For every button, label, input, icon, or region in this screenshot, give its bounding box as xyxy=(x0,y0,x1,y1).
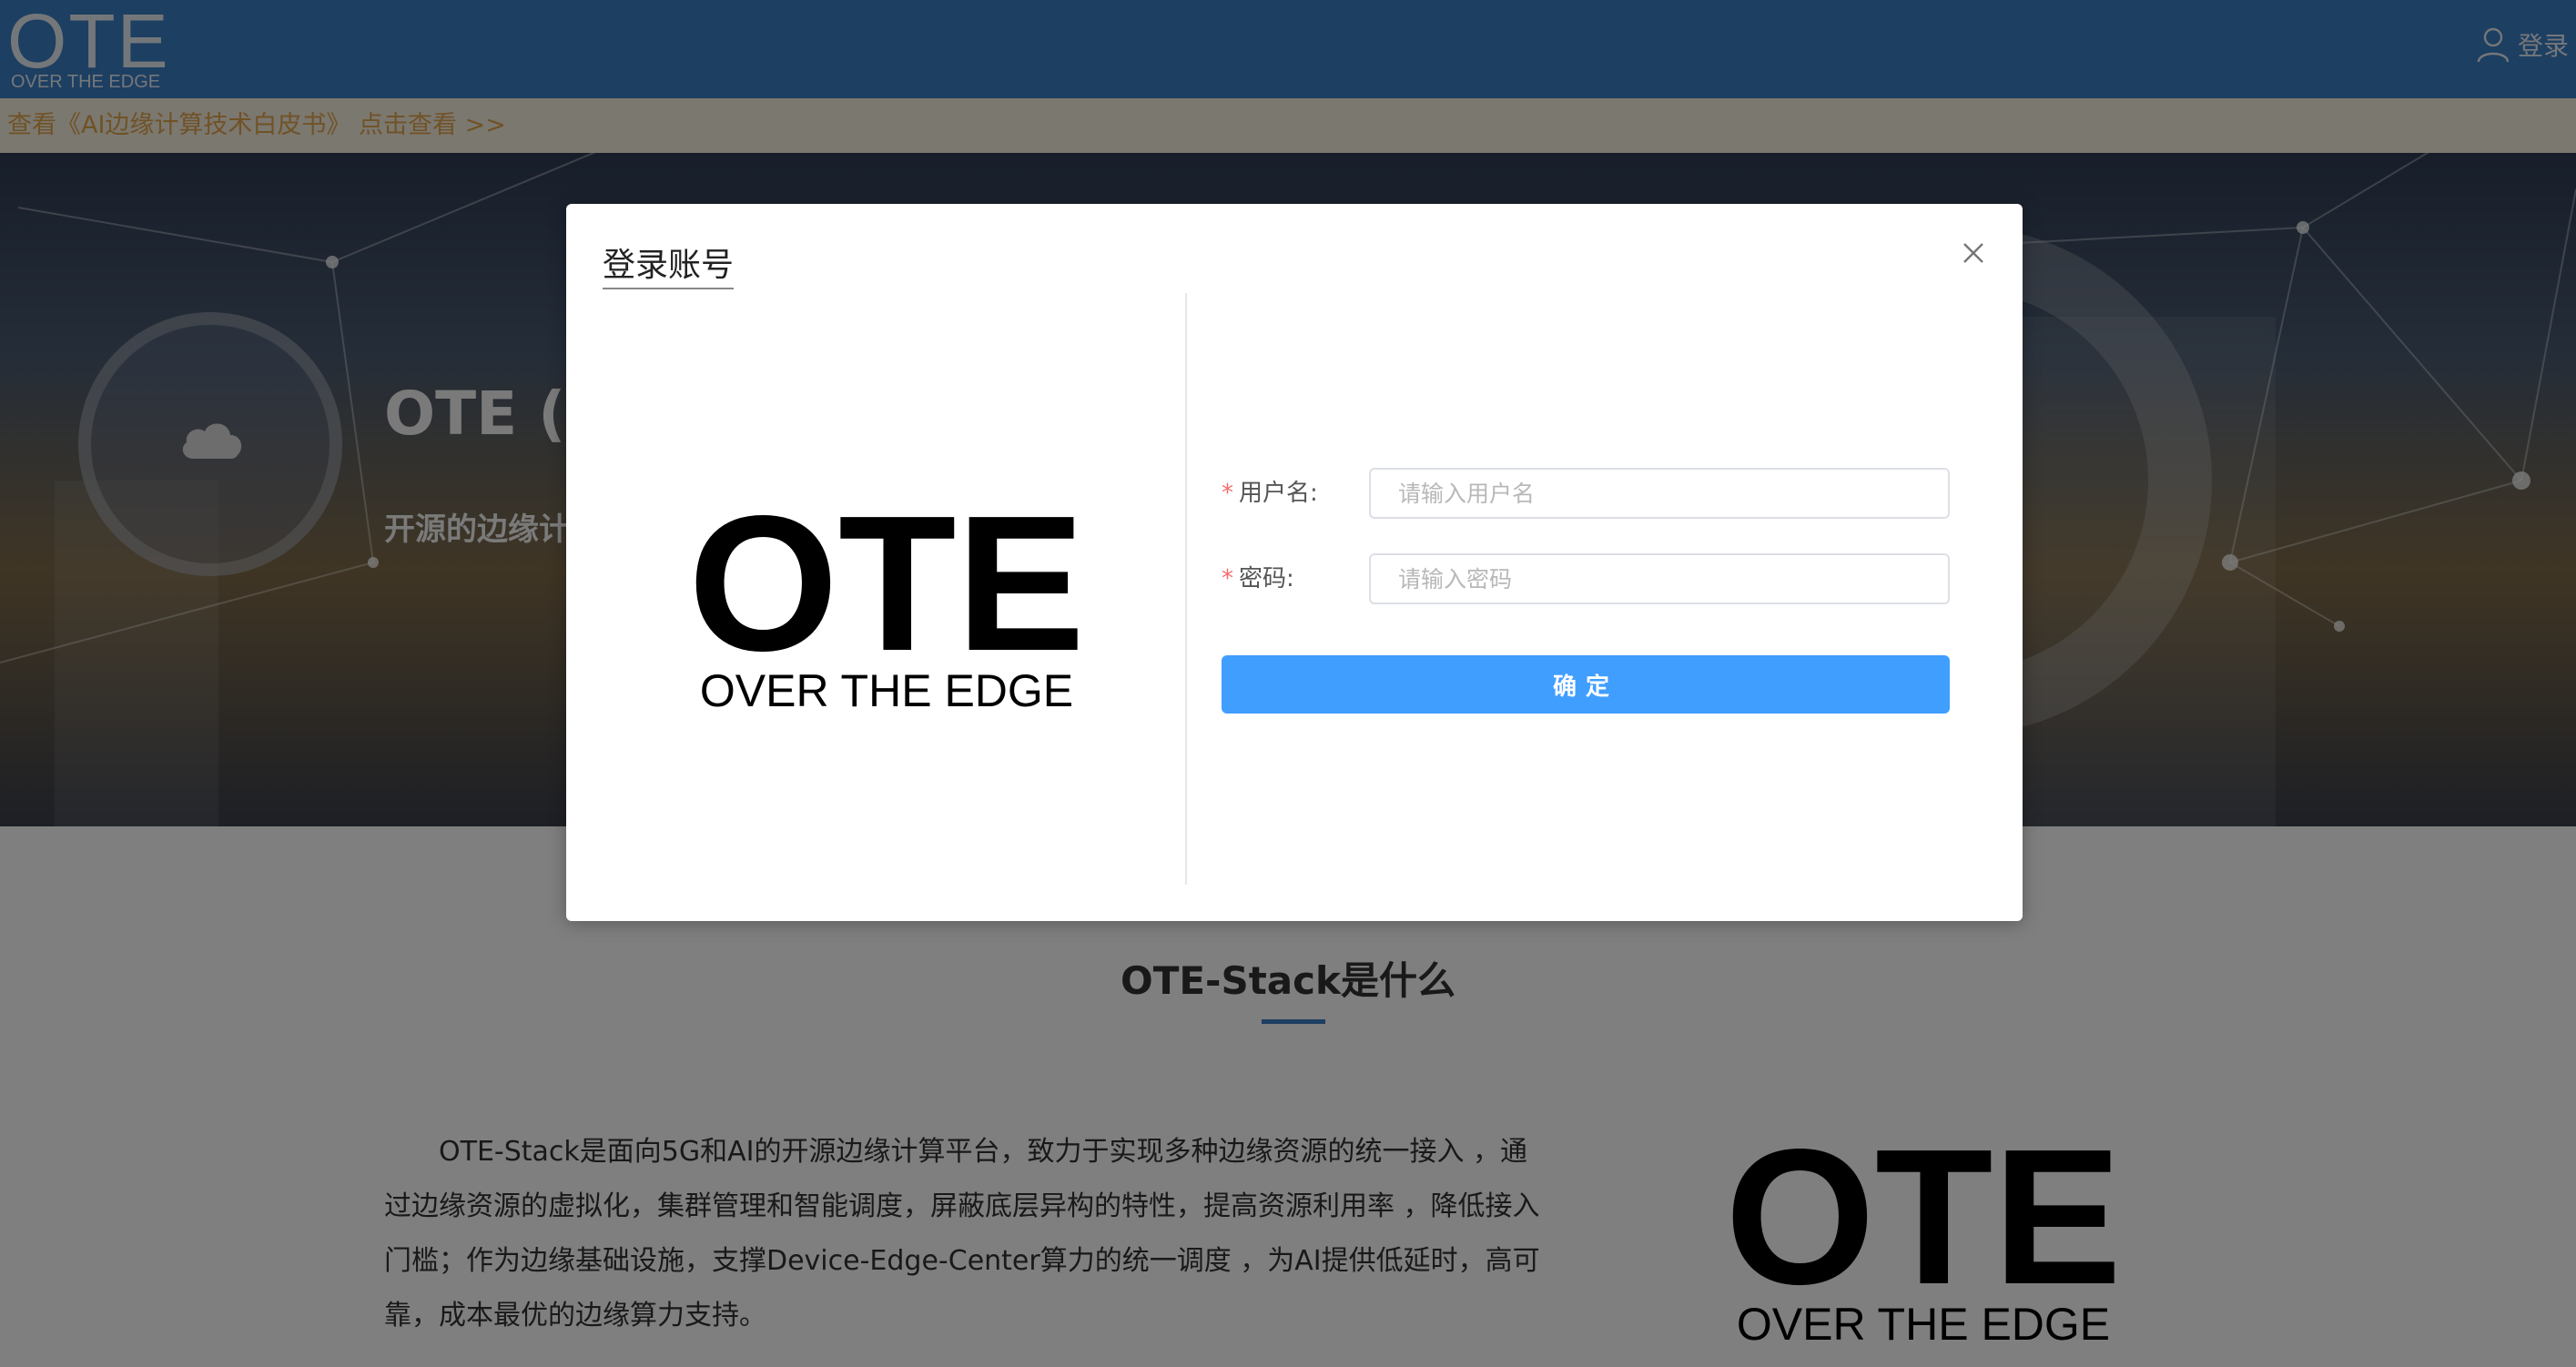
required-mark: * xyxy=(1222,565,1233,592)
modal-ote-logo: OTE OVER THE EDGE xyxy=(688,495,1085,716)
svg-text:OTE: OTE xyxy=(688,495,1085,691)
login-modal: 登录账号 OTE OVER THE EDGE *用户名: *密码: 确定 xyxy=(566,204,2023,921)
username-input[interactable] xyxy=(1369,468,1950,519)
svg-text:OVER THE EDGE: OVER THE EDGE xyxy=(700,665,1073,716)
username-label-text: 用户名: xyxy=(1239,480,1318,507)
password-input[interactable] xyxy=(1369,553,1950,604)
password-label: * 密码: xyxy=(1222,553,1294,604)
username-row: * 用户名: xyxy=(1222,468,1950,519)
password-label-text: 密码: xyxy=(1239,565,1294,592)
modal-divider xyxy=(1185,293,1187,885)
confirm-button[interactable]: 确定 xyxy=(1222,655,1950,714)
modal-title: 登录账号 xyxy=(603,238,735,289)
username-label: * 用户名: xyxy=(1222,468,1318,519)
required-mark: * xyxy=(1222,480,1233,507)
close-icon[interactable] xyxy=(1957,237,1990,269)
password-row: * 密码: xyxy=(1222,553,1950,604)
